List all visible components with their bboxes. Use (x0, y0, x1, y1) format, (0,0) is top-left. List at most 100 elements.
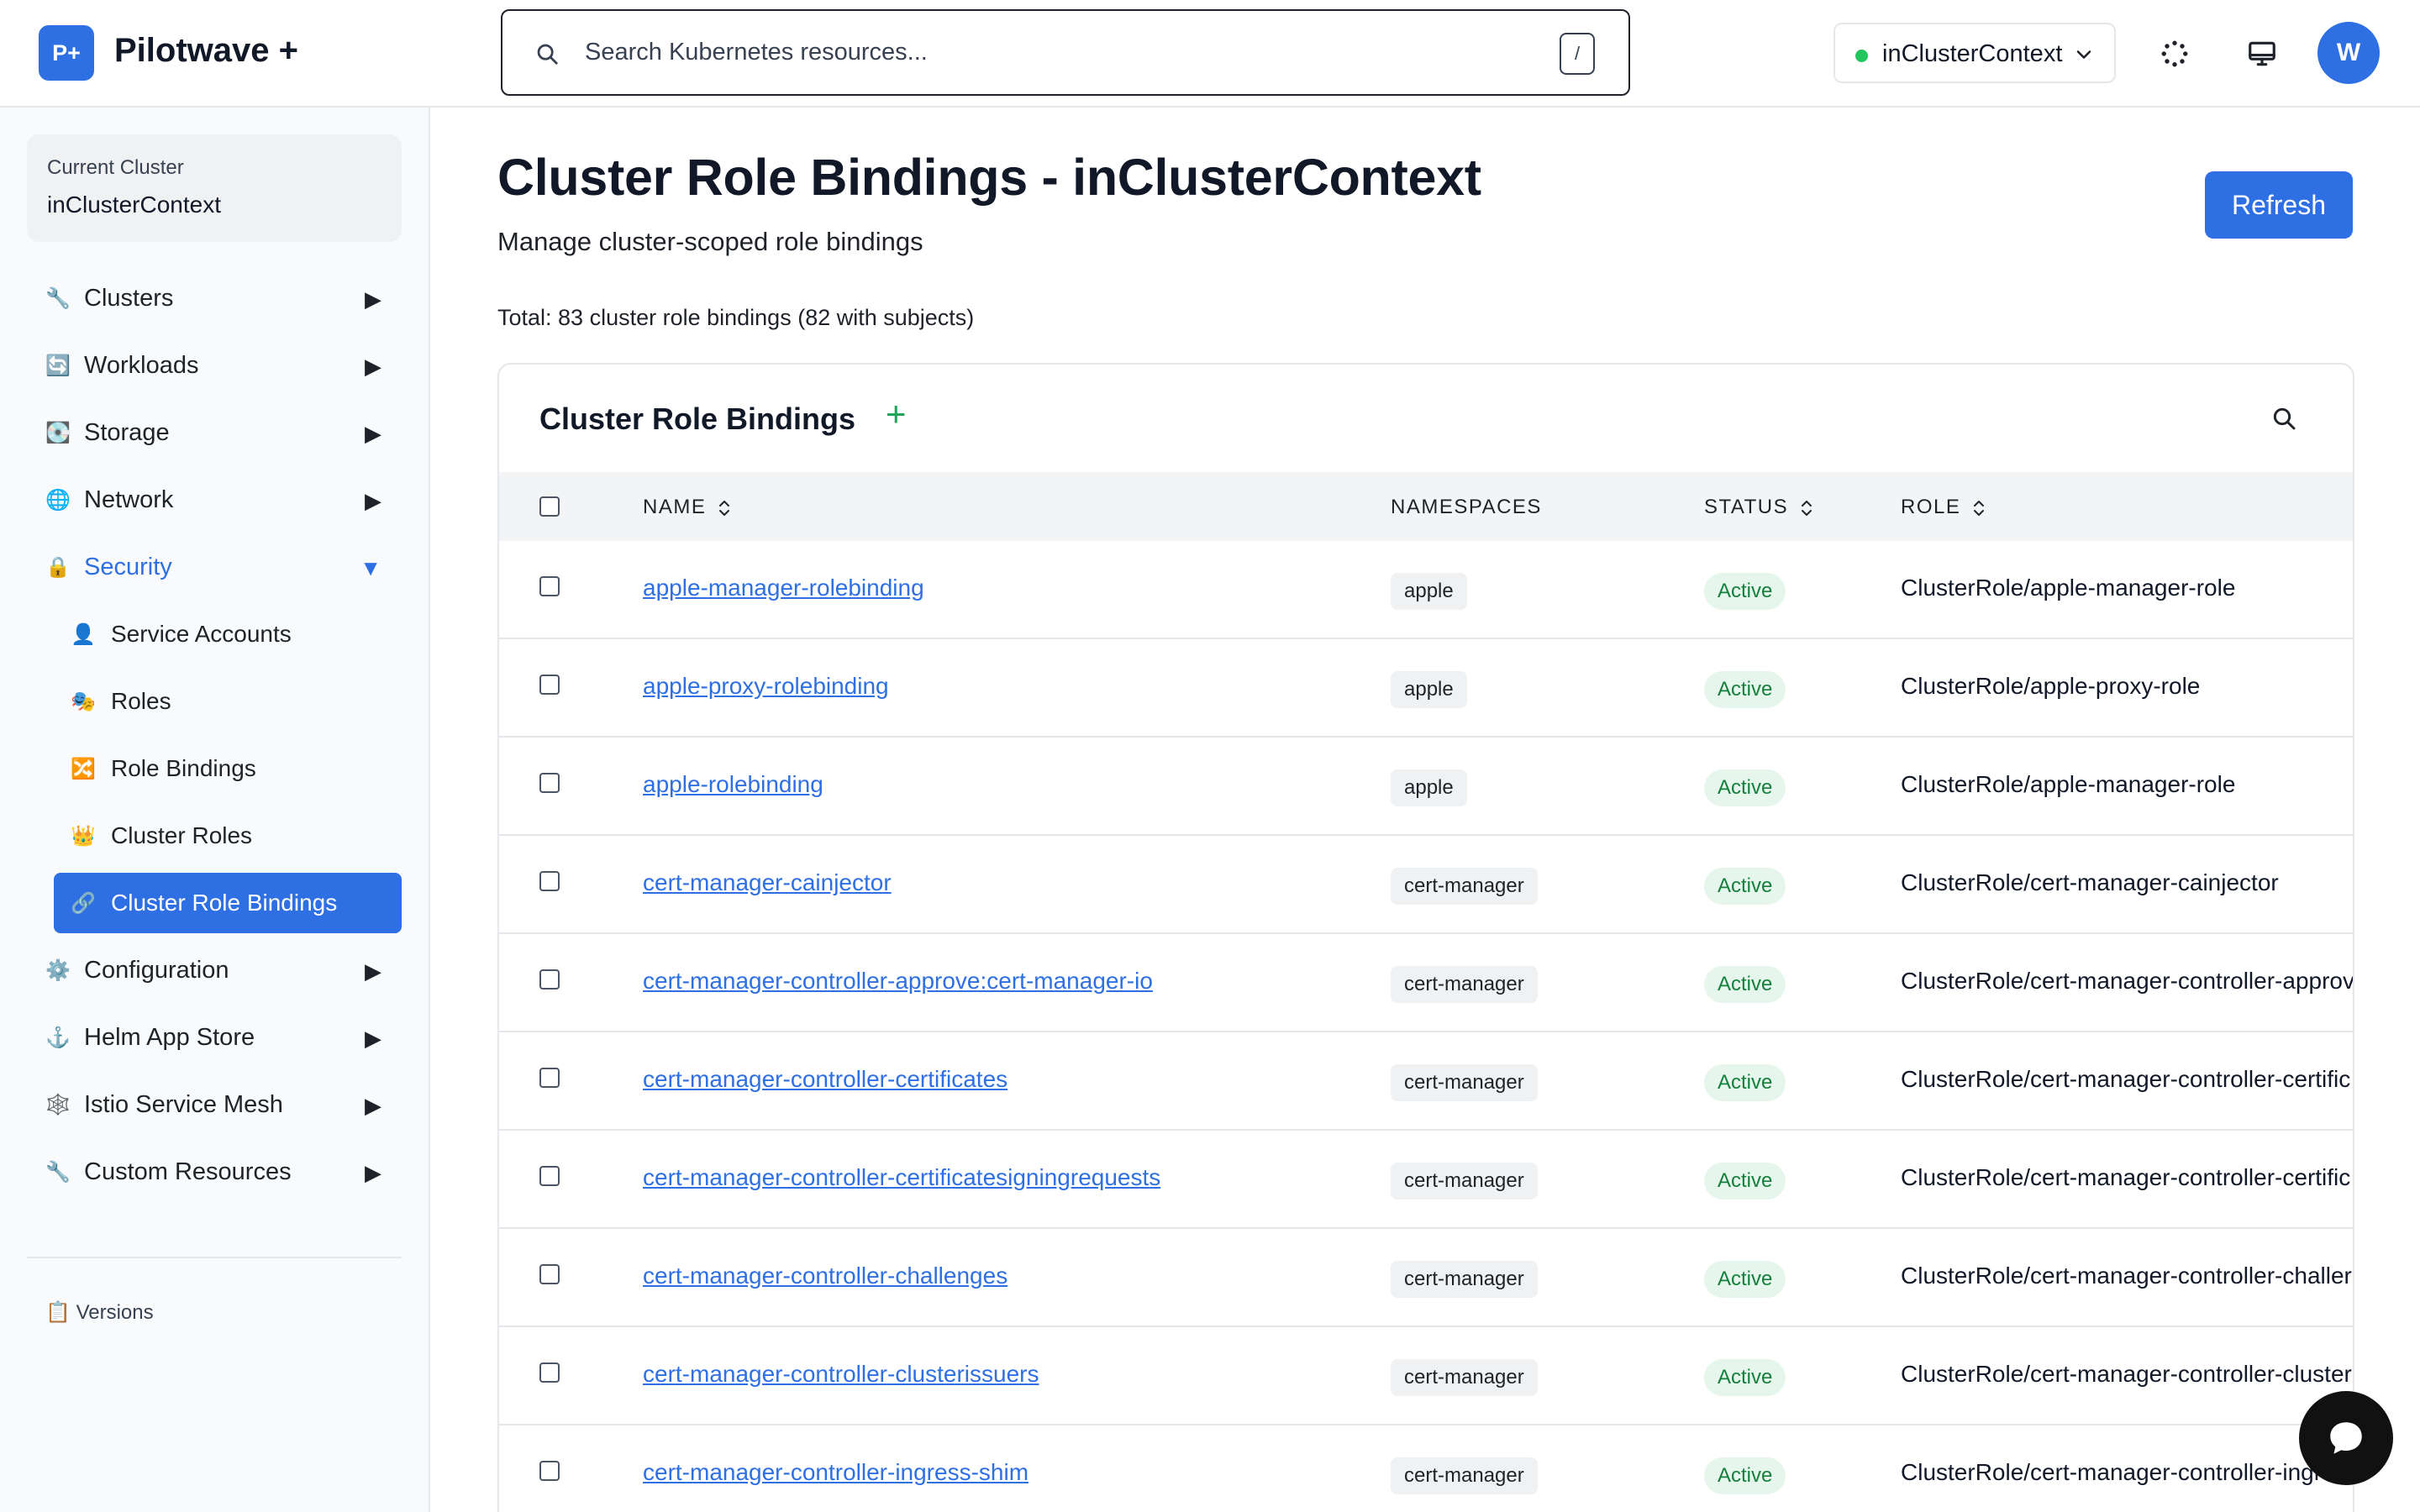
app-brand[interactable]: Pilotwave + (114, 32, 298, 70)
binding-name-link[interactable]: cert-manager-controller-ingress-shim (643, 1459, 1028, 1486)
namespace-badge: apple (1391, 671, 1467, 708)
row-checkbox[interactable] (539, 1461, 560, 1481)
app-logo[interactable]: P+ (39, 25, 94, 81)
collapse-arrow-icon: ▼ (360, 555, 381, 580)
sidebar-item-cluster-roles[interactable]: 👑 Cluster Roles (54, 806, 402, 866)
table-row: apple-proxy-rolebinding apple Active Clu… (499, 639, 2353, 738)
row-checkbox[interactable] (539, 576, 560, 596)
total-count: Total: 83 cluster role bindings (82 with… (497, 305, 975, 330)
status-badge: Active (1704, 1261, 1786, 1298)
expand-arrow-icon: ▶ (365, 354, 381, 379)
sidebar-item-label: Helm App Store (84, 1024, 255, 1051)
expand-arrow-icon: ▶ (365, 421, 381, 446)
namespace-badge: cert-manager (1391, 1064, 1538, 1101)
sidebar-item-label: Configuration (84, 957, 229, 984)
sidebar-item-label: Cluster Role Bindings (111, 890, 338, 916)
sidebar-item-role-bindings[interactable]: 🔀 Role Bindings (54, 738, 402, 799)
row-checkbox[interactable] (539, 1068, 560, 1088)
status-badge: Active (1704, 1064, 1786, 1101)
search-bar[interactable]: Search Kubernetes resources... / (501, 9, 1630, 96)
row-checkbox[interactable] (539, 1166, 560, 1186)
status-badge: Active (1704, 966, 1786, 1003)
sidebar-item-clusters[interactable]: 🔧 Clusters ▶ (27, 268, 402, 328)
binding-name-link[interactable]: apple-manager-rolebinding (643, 575, 924, 601)
binding-name-link[interactable]: cert-manager-controller-challenges (643, 1263, 1007, 1289)
row-checkbox[interactable] (539, 1264, 560, 1284)
sidebar-item-helm-app-store[interactable]: ⚓ Helm App Store ▶ (27, 1007, 402, 1068)
crown-icon: 👑 (71, 825, 96, 848)
context-selector[interactable]: inClusterContext (1833, 23, 2116, 83)
sidebar-item-label: Network (84, 486, 174, 513)
sidebar-item-roles[interactable]: 🎭 Roles (54, 671, 402, 732)
row-checkbox[interactable] (539, 969, 560, 990)
sidebar-item-custom-resources[interactable]: 🔧 Custom Resources ▶ (27, 1142, 402, 1202)
bindings-table-card: Cluster Role Bindings + NAME NAMESPACES … (497, 363, 2354, 1512)
sidebar-item-security[interactable]: 🔒 Security ▼ (27, 537, 402, 597)
sidebar-item-cluster-role-bindings[interactable]: 🔗 Cluster Role Bindings (54, 873, 402, 933)
sidebar-item-istio-service-mesh[interactable]: 🕸️ Istio Service Mesh ▶ (27, 1074, 402, 1135)
column-header-label: ROLE (1901, 496, 1961, 518)
role-ref: ClusterRole/cert-manager-controller-cert… (1901, 1066, 2351, 1092)
role-ref: ClusterRole/apple-proxy-role (1901, 673, 2201, 699)
binding-name-link[interactable]: cert-manager-controller-certificatesigni… (643, 1164, 1160, 1191)
search-input[interactable]: Search Kubernetes resources... (585, 39, 928, 66)
binding-name-link[interactable]: cert-manager-controller-approve:cert-man… (643, 968, 1153, 995)
binding-name-link[interactable]: cert-manager-controller-certificates (643, 1066, 1007, 1093)
search-shortcut-hint: / (1560, 33, 1595, 75)
versions-link[interactable]: 📋 Versions (45, 1300, 154, 1325)
row-checkbox[interactable] (539, 773, 560, 793)
row-checkbox[interactable] (539, 675, 560, 695)
role-ref: ClusterRole/cert-manager-controller-ingr (1901, 1459, 2323, 1485)
role-ref: ClusterRole/apple-manager-role (1901, 575, 2236, 601)
column-header-status[interactable]: STATUS (1704, 496, 1813, 519)
sidebar-item-service-accounts[interactable]: 👤 Service Accounts (54, 604, 402, 664)
role-ref: ClusterRole/cert-manager-controller-cert… (1901, 1164, 2351, 1190)
role-ref: ClusterRole/cert-manager-controller-appr… (1901, 968, 2354, 994)
current-cluster-label: Current Cluster (47, 156, 184, 179)
namespace-badge: cert-manager (1391, 1359, 1538, 1396)
sidebar-item-label: Roles (111, 688, 171, 714)
select-all-checkbox[interactable] (539, 496, 560, 517)
sidebar-item-configuration[interactable]: ⚙️ Configuration ▶ (27, 940, 402, 1000)
table-title: Cluster Role Bindings (539, 402, 856, 436)
sidebar-item-label: Clusters (84, 285, 174, 312)
binding-name-link[interactable]: apple-proxy-rolebinding (643, 673, 889, 700)
table-row: apple-manager-rolebinding apple Active C… (499, 541, 2353, 639)
sidebar-item-network[interactable]: 🌐 Network ▶ (27, 470, 402, 530)
namespace-badge: cert-manager (1391, 1457, 1538, 1494)
monitor-icon[interactable] (2242, 34, 2282, 74)
search-icon (537, 44, 558, 65)
add-binding-button[interactable]: + (886, 396, 907, 432)
sidebar-divider (27, 1257, 402, 1258)
table-row: cert-manager-controller-approve:cert-man… (499, 934, 2354, 1032)
sidebar-item-workloads[interactable]: 🔄 Workloads ▶ (27, 335, 402, 396)
sidebar-item-label: Workloads (84, 352, 199, 379)
current-cluster-card: Current Cluster inClusterContext (27, 134, 402, 242)
column-header-label: STATUS (1704, 496, 1789, 518)
user-icon: 👤 (71, 623, 96, 646)
loading-spinner-icon[interactable] (2154, 34, 2195, 74)
user-avatar[interactable]: W (2317, 22, 2380, 84)
namespace-badge: cert-manager (1391, 966, 1538, 1003)
chat-button[interactable] (2299, 1391, 2393, 1485)
expand-arrow-icon: ▶ (365, 488, 381, 513)
namespace-badge: apple (1391, 769, 1467, 806)
row-checkbox[interactable] (539, 871, 560, 891)
row-checkbox[interactable] (539, 1362, 560, 1383)
sidebar-item-label: Istio Service Mesh (84, 1091, 283, 1118)
column-header-role[interactable]: ROLE (1901, 496, 1986, 519)
sidebar-item-label: Role Bindings (111, 755, 256, 781)
binding-name-link[interactable]: cert-manager-controller-clusterissuers (643, 1361, 1039, 1388)
top-bar: P+ Pilotwave + Search Kubernetes resourc… (0, 0, 2420, 108)
sort-icon (719, 500, 730, 516)
binding-name-link[interactable]: apple-rolebinding (643, 771, 823, 798)
namespace-badge: cert-manager (1391, 868, 1538, 905)
gear-icon: ⚙️ (45, 959, 71, 982)
page-subtitle: Manage cluster-scoped role bindings (497, 227, 923, 256)
refresh-button[interactable]: Refresh (2205, 171, 2353, 239)
namespace-badge: cert-manager (1391, 1261, 1538, 1298)
column-header-name[interactable]: NAME (643, 496, 731, 519)
binding-name-link[interactable]: cert-manager-cainjector (643, 869, 892, 896)
sidebar-item-storage[interactable]: 💽 Storage ▶ (27, 402, 402, 463)
search-icon[interactable] (2270, 405, 2297, 432)
